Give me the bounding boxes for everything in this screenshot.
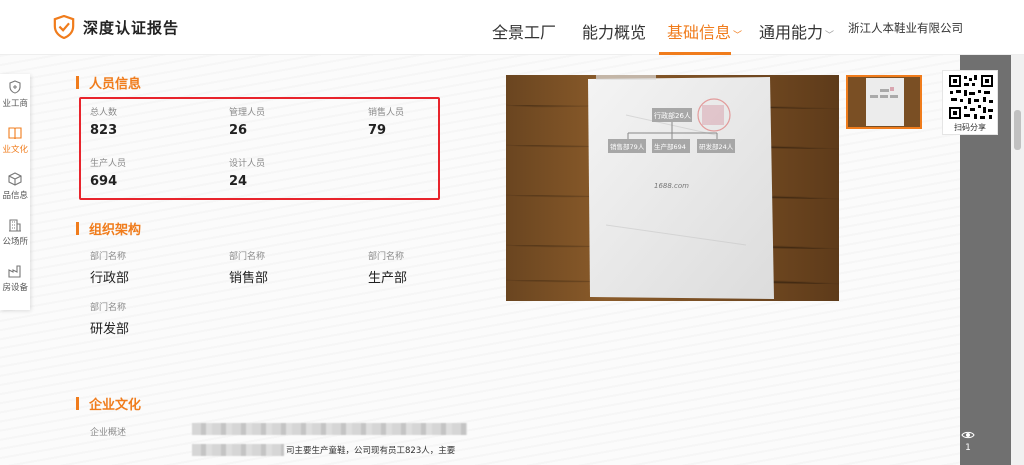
company-name[interactable]: 浙江人本鞋业有限公司 bbox=[848, 20, 963, 36]
section-title-personnel: 人员信息 bbox=[76, 73, 141, 92]
photo-image: 行政部26人 销售部79人 生产部694 研发部24人 1688.com bbox=[506, 75, 839, 301]
dept-name: 研发部 bbox=[90, 322, 130, 337]
nav-basic-info[interactable]: 基础信息 ﹀ bbox=[667, 19, 742, 43]
nav-capability-overview[interactable]: 能力概览 bbox=[582, 19, 646, 43]
overview-text: 司主要生产童鞋，公司现有员工823人，主要 bbox=[286, 446, 456, 456]
nav-panorama-factory[interactable]: 全景工厂 bbox=[492, 19, 556, 43]
svg-text:生产部694: 生产部694 bbox=[654, 142, 686, 151]
section-title-org: 组织架构 bbox=[76, 219, 141, 238]
shield-check-logo-icon bbox=[53, 15, 75, 39]
dept-name: 生产部 bbox=[368, 271, 408, 286]
svg-text:行政部26人: 行政部26人 bbox=[654, 111, 691, 120]
dept-label: 部门名称 bbox=[90, 252, 127, 262]
svg-text:销售部79人: 销售部79人 bbox=[610, 142, 645, 151]
sidenav-item-business[interactable]: 业工商 bbox=[0, 74, 30, 120]
section-marker bbox=[76, 222, 79, 235]
factory-icon bbox=[8, 265, 21, 278]
logo-title: 深度认证报告 bbox=[83, 18, 180, 37]
dept-label: 部门名称 bbox=[229, 252, 266, 262]
section-marker bbox=[76, 76, 79, 89]
blurred-text bbox=[192, 423, 467, 435]
chevron-down-icon: ﹀ bbox=[733, 31, 743, 41]
box-icon bbox=[8, 172, 22, 186]
photo-watermark: 1688.com bbox=[654, 182, 689, 190]
chevron-down-icon: ﹀ bbox=[825, 31, 835, 41]
highlight-box bbox=[79, 97, 440, 200]
shield-icon bbox=[9, 80, 21, 94]
blurred-text bbox=[192, 444, 284, 456]
logo[interactable]: 深度认证报告 bbox=[53, 13, 179, 41]
sidenav-item-culture[interactable]: 业文化 bbox=[0, 120, 30, 166]
sidenav-item-office[interactable]: 公场所 bbox=[0, 212, 30, 258]
scrollbar-thumb[interactable] bbox=[1014, 110, 1021, 150]
section-sidenav: 业工商 业文化 品信息 公场所 房设备 bbox=[0, 74, 30, 310]
section-marker bbox=[76, 397, 79, 410]
share-label: 扫码分享 bbox=[954, 123, 986, 132]
book-icon bbox=[8, 127, 22, 140]
overview-label: 企业概述 bbox=[90, 428, 127, 438]
dept-label: 部门名称 bbox=[368, 252, 405, 262]
sidenav-item-products[interactable]: 品信息 bbox=[0, 166, 30, 212]
thumbnail-image bbox=[848, 77, 920, 127]
building-icon bbox=[9, 219, 21, 232]
top-header: 深度认证报告 全景工厂 能力概览 基础信息 ﹀ 通用能力 ﹀ 浙江人本鞋业有限公司 bbox=[0, 0, 1024, 55]
svg-text:研发部24人: 研发部24人 bbox=[699, 142, 734, 151]
qr-share-box[interactable]: 扫码分享 bbox=[942, 70, 998, 135]
dept-label: 部门名称 bbox=[90, 303, 127, 313]
photo-thumbnail[interactable] bbox=[846, 75, 922, 129]
eye-icon bbox=[961, 431, 975, 439]
nav-general-capability[interactable]: 通用能力 ﹀ bbox=[759, 19, 834, 43]
dept-name: 销售部 bbox=[229, 271, 269, 286]
view-count-value: 1 bbox=[965, 443, 971, 453]
org-chart-photo[interactable]: 行政部26人 销售部79人 生产部694 研发部24人 1688.com bbox=[506, 75, 839, 301]
section-title-culture: 企业文化 bbox=[76, 394, 141, 413]
sidenav-item-equipment[interactable]: 房设备 bbox=[0, 258, 30, 304]
view-count: 1 bbox=[961, 430, 975, 456]
qr-code-icon bbox=[947, 73, 995, 121]
dept-name: 行政部 bbox=[90, 271, 130, 286]
